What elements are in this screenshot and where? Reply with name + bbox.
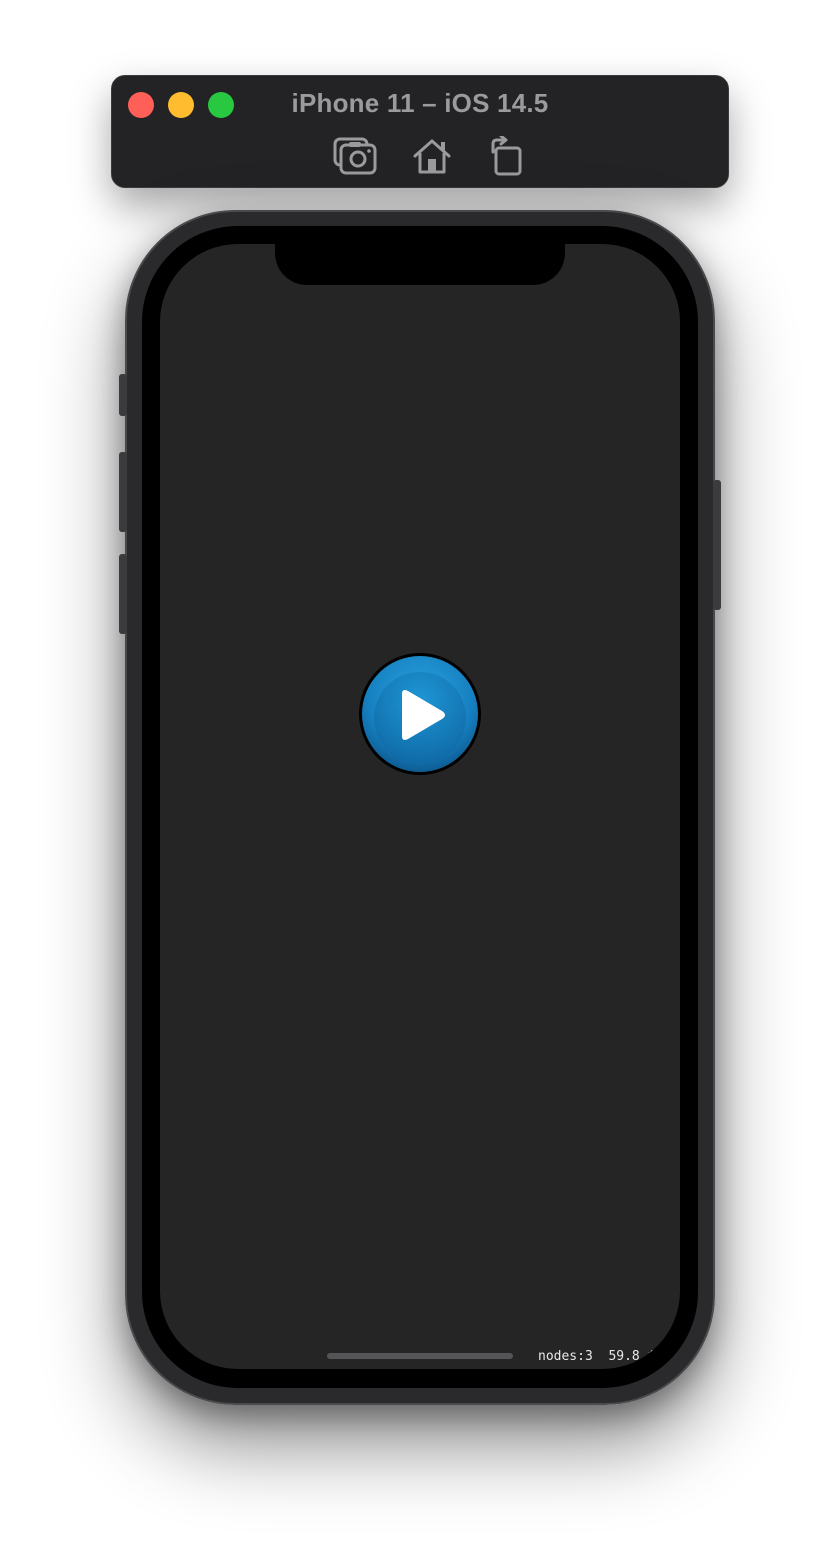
home-button[interactable]	[408, 134, 456, 178]
volume-up-button	[119, 452, 127, 532]
device-screen[interactable]: nodes:3 59.8 fps	[160, 244, 680, 1369]
home-icon	[412, 137, 452, 175]
stats-overlay: nodes:3 59.8 fps	[538, 1349, 672, 1364]
simulator-title-bar[interactable]: iPhone 11 – iOS 14.5	[111, 75, 729, 188]
home-indicator[interactable]	[327, 1353, 513, 1359]
mute-switch	[119, 374, 127, 416]
power-button	[713, 480, 721, 610]
screenshot-button[interactable]	[331, 134, 379, 178]
volume-down-button	[119, 554, 127, 634]
simulator-stage: iPhone 11 – iOS 14.5 nodes:3 59.8 fps	[0, 0, 840, 1554]
camera-icon	[333, 137, 377, 175]
play-icon	[356, 653, 484, 782]
play-button[interactable]	[356, 650, 484, 778]
notch	[275, 244, 565, 285]
rotate-icon	[486, 136, 526, 176]
rotate-button[interactable]	[482, 134, 530, 178]
window-title: iPhone 11 – iOS 14.5	[291, 88, 549, 118]
